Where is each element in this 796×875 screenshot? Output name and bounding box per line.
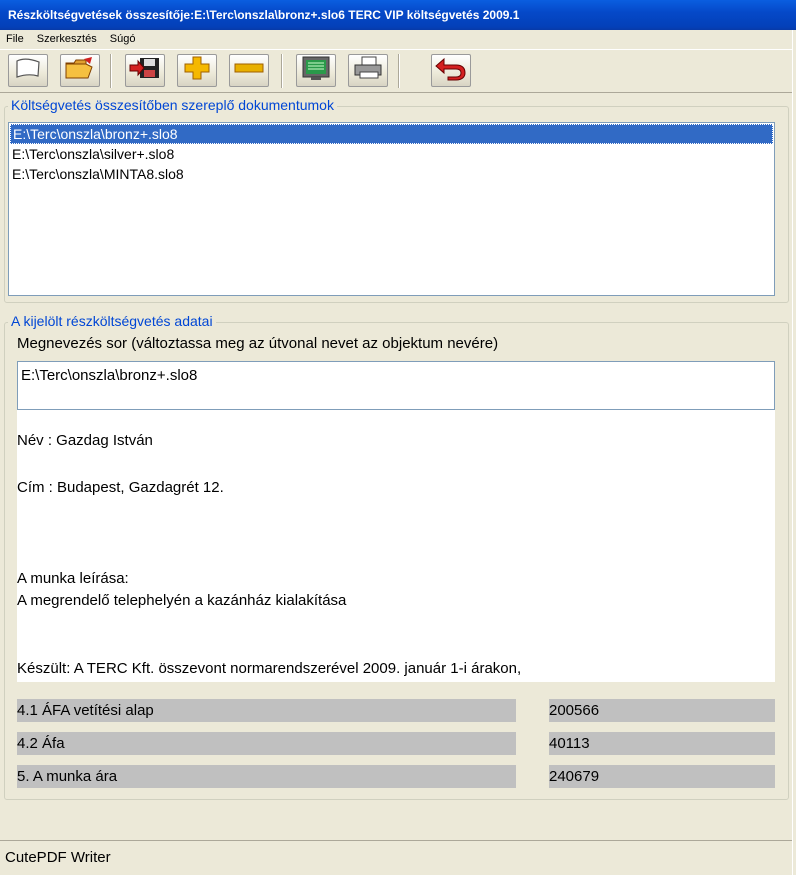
toolbar xyxy=(0,49,796,93)
total-label: 5. A munka ára xyxy=(17,765,516,788)
open-folder-icon xyxy=(64,55,96,86)
add-icon xyxy=(182,55,212,86)
print-button[interactable] xyxy=(348,54,388,87)
name-field-label: Megnevezés sor (változtassa meg az útvon… xyxy=(17,335,499,352)
vat-label: 4.2 Áfa xyxy=(17,735,65,752)
work-price-value: 240679 xyxy=(549,768,600,785)
add-button[interactable] xyxy=(177,54,217,87)
import-save-button[interactable] xyxy=(125,54,165,87)
client-name: Név : Gazdag István xyxy=(17,432,153,449)
window-frame-right xyxy=(792,30,796,875)
menu-bar: File Szerkesztés Súgó xyxy=(0,30,796,48)
menu-file[interactable]: File xyxy=(2,30,28,48)
new-document-icon xyxy=(13,56,43,85)
preview-screen-icon xyxy=(300,55,332,86)
details-legend: A kijelölt részköltségvetés adatai xyxy=(8,313,216,329)
prepared-note: Készült: A TERC Kft. összevont normarend… xyxy=(17,660,522,677)
client-address: Cím : Budapest, Gazdagrét 12. xyxy=(17,479,224,496)
work-description-label: A munka leírása: xyxy=(17,570,129,587)
total-label: 4.1 ÁFA vetítési alap xyxy=(17,699,516,722)
status-bar: CutePDF Writer xyxy=(0,840,796,875)
vat-base-value: 200566 xyxy=(549,702,600,719)
list-item[interactable]: E:\Terc\onszla\bronz+.slo8 xyxy=(10,124,773,144)
toolbar-separator xyxy=(110,54,112,88)
menu-help[interactable]: Súgó xyxy=(106,30,140,48)
import-save-icon xyxy=(128,55,162,86)
total-value: 240679 xyxy=(549,765,775,788)
open-button[interactable] xyxy=(60,54,100,87)
list-item[interactable]: E:\Terc\onszla\MINTA8.slo8 xyxy=(9,164,774,184)
window-title-bar[interactable]: Részköltségvetések összesítője:E:\Terc\o… xyxy=(0,0,796,30)
back-button[interactable] xyxy=(431,54,471,87)
name-field[interactable]: E:\Terc\onszla\bronz+.slo8 xyxy=(17,361,775,410)
vat-value: 40113 xyxy=(549,735,590,752)
print-icon xyxy=(352,55,384,86)
total-label: 4.2 Áfa xyxy=(17,732,516,755)
remove-button[interactable] xyxy=(229,54,269,87)
remove-icon xyxy=(232,55,266,86)
documents-listbox[interactable]: E:\Terc\onszla\bronz+.slo8 E:\Terc\onszl… xyxy=(8,122,775,296)
total-value: 40113 xyxy=(549,732,775,755)
documents-legend: Költségvetés összesítőben szereplő dokum… xyxy=(8,97,337,113)
name-field-value: E:\Terc\onszla\bronz+.slo8 xyxy=(21,367,198,384)
toolbar-separator xyxy=(281,54,283,88)
vat-base-label: 4.1 ÁFA vetítési alap xyxy=(17,702,154,719)
work-description: A megrendelő telephelyén a kazánház kial… xyxy=(17,592,347,609)
description-panel xyxy=(17,410,775,682)
menu-edit[interactable]: Szerkesztés xyxy=(33,30,101,48)
list-item[interactable]: E:\Terc\onszla\silver+.slo8 xyxy=(9,144,774,164)
window-title: Részköltségvetések összesítője:E:\Terc\o… xyxy=(8,8,520,22)
toolbar-separator xyxy=(398,54,400,88)
total-value: 200566 xyxy=(549,699,775,722)
work-price-label: 5. A munka ára xyxy=(17,768,118,785)
preview-button[interactable] xyxy=(296,54,336,87)
new-document-button[interactable] xyxy=(8,54,48,87)
back-undo-icon xyxy=(434,55,468,86)
status-text: CutePDF Writer xyxy=(5,849,111,866)
